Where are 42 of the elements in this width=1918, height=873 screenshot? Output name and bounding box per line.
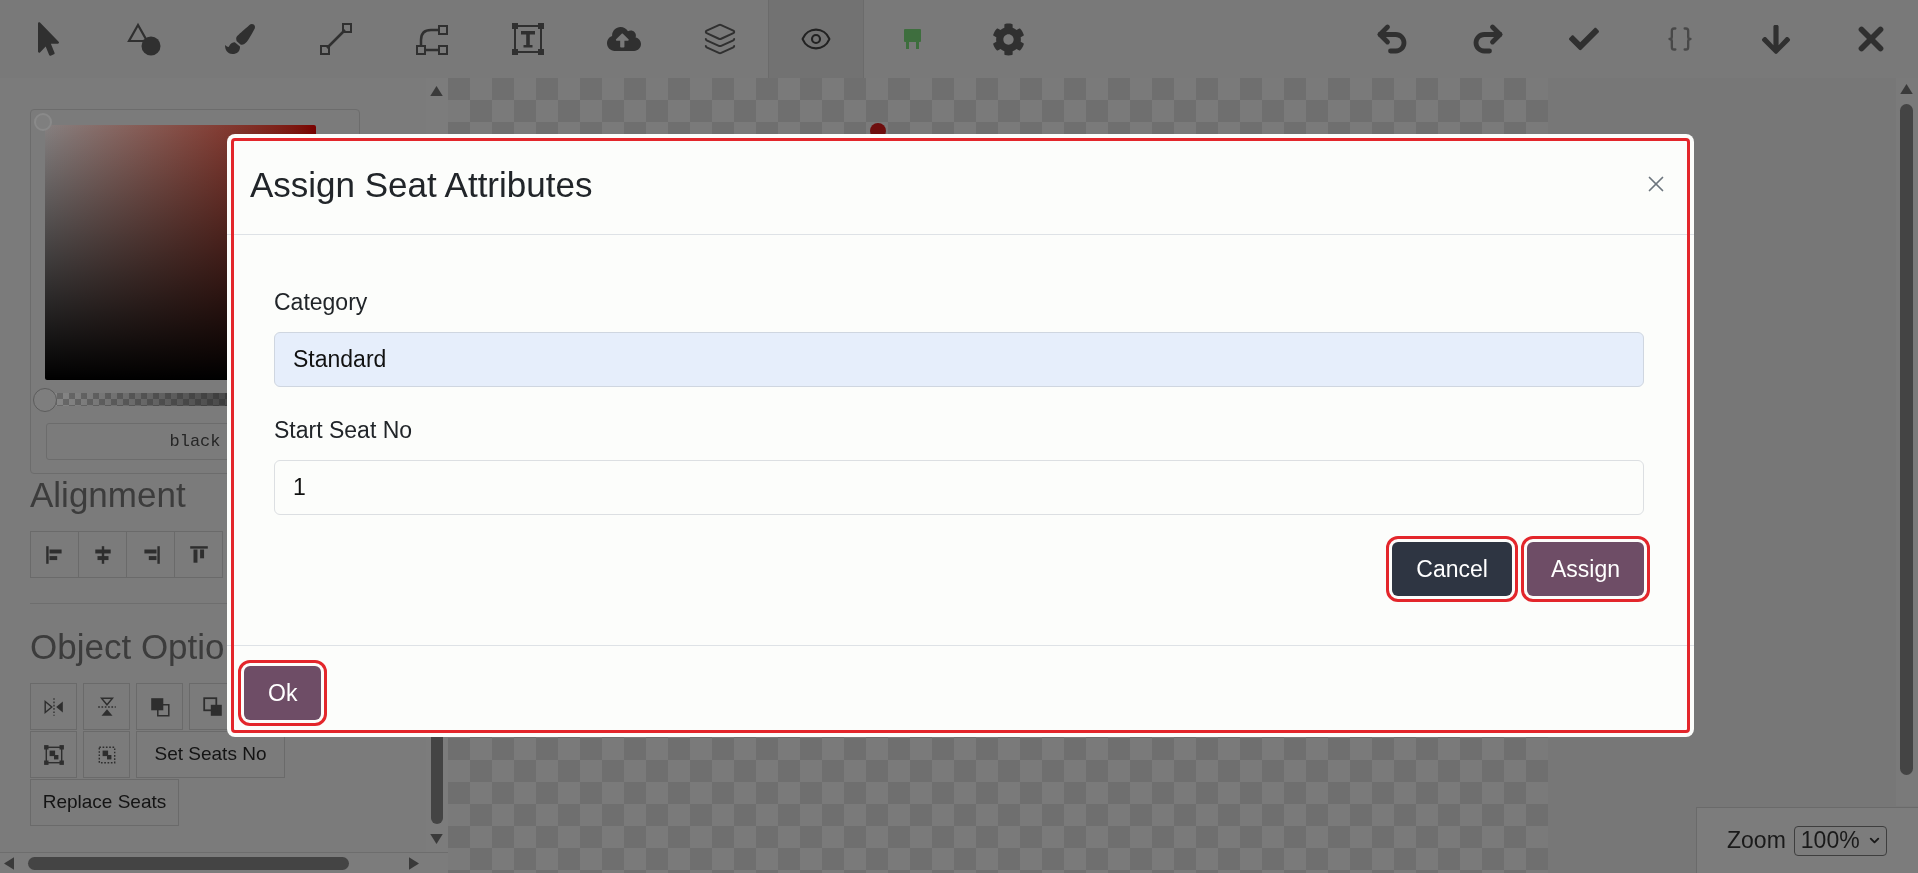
braces-icon bbox=[1666, 25, 1694, 53]
input-field[interactable]: 1 bbox=[274, 460, 1644, 515]
align-top-icon bbox=[187, 543, 210, 566]
arrow-down-icon bbox=[1761, 22, 1791, 56]
zoom-value: 100% bbox=[1800, 826, 1860, 856]
settings-icon bbox=[991, 22, 1025, 56]
bring-forward-icon bbox=[148, 695, 171, 718]
panel-horizontal-scrollbar[interactable] bbox=[0, 852, 448, 873]
scroll-right-icon[interactable] bbox=[409, 857, 419, 870]
zoom-label: Zoom bbox=[1727, 826, 1786, 856]
slider-thumb[interactable] bbox=[33, 388, 57, 412]
section-heading: Object Optio bbox=[30, 626, 225, 667]
cloud-upload-icon bbox=[607, 25, 641, 53]
scroll-up-icon[interactable] bbox=[1900, 84, 1913, 94]
field-label: Category bbox=[274, 288, 368, 317]
seat-icon bbox=[903, 29, 921, 49]
align-button[interactable] bbox=[174, 531, 223, 578]
panel-button[interactable]: Replace Seats bbox=[30, 779, 179, 826]
line-icon bbox=[319, 22, 353, 56]
align-button[interactable] bbox=[78, 531, 127, 578]
input-field[interactable]: Standard bbox=[274, 332, 1644, 387]
layers-icon bbox=[703, 22, 737, 56]
brush-icon bbox=[225, 24, 255, 54]
scroll-left-icon[interactable] bbox=[4, 857, 14, 870]
scrollbar-thumb[interactable] bbox=[1900, 104, 1913, 775]
preview-tool-button[interactable] bbox=[768, 0, 864, 78]
dialog-title: Assign Seat Attributes bbox=[250, 166, 593, 202]
scroll-down-icon[interactable] bbox=[430, 834, 443, 844]
group-icon bbox=[42, 743, 65, 766]
send-backward-icon bbox=[201, 695, 224, 718]
shapes-icon bbox=[127, 22, 161, 56]
pointer-icon bbox=[37, 22, 59, 56]
scroll-up-icon[interactable] bbox=[430, 86, 443, 96]
path-icon bbox=[415, 22, 449, 56]
align-button[interactable] bbox=[126, 531, 175, 578]
text-box-icon bbox=[511, 22, 545, 56]
scrollbar-thumb[interactable] bbox=[28, 857, 349, 870]
flip-vertical-icon bbox=[95, 695, 118, 718]
zoom-select[interactable]: 100% bbox=[1793, 825, 1887, 856]
align-button[interactable] bbox=[30, 531, 79, 578]
section-heading: Alignment bbox=[30, 474, 186, 515]
flip-horizontal-icon bbox=[42, 695, 65, 718]
